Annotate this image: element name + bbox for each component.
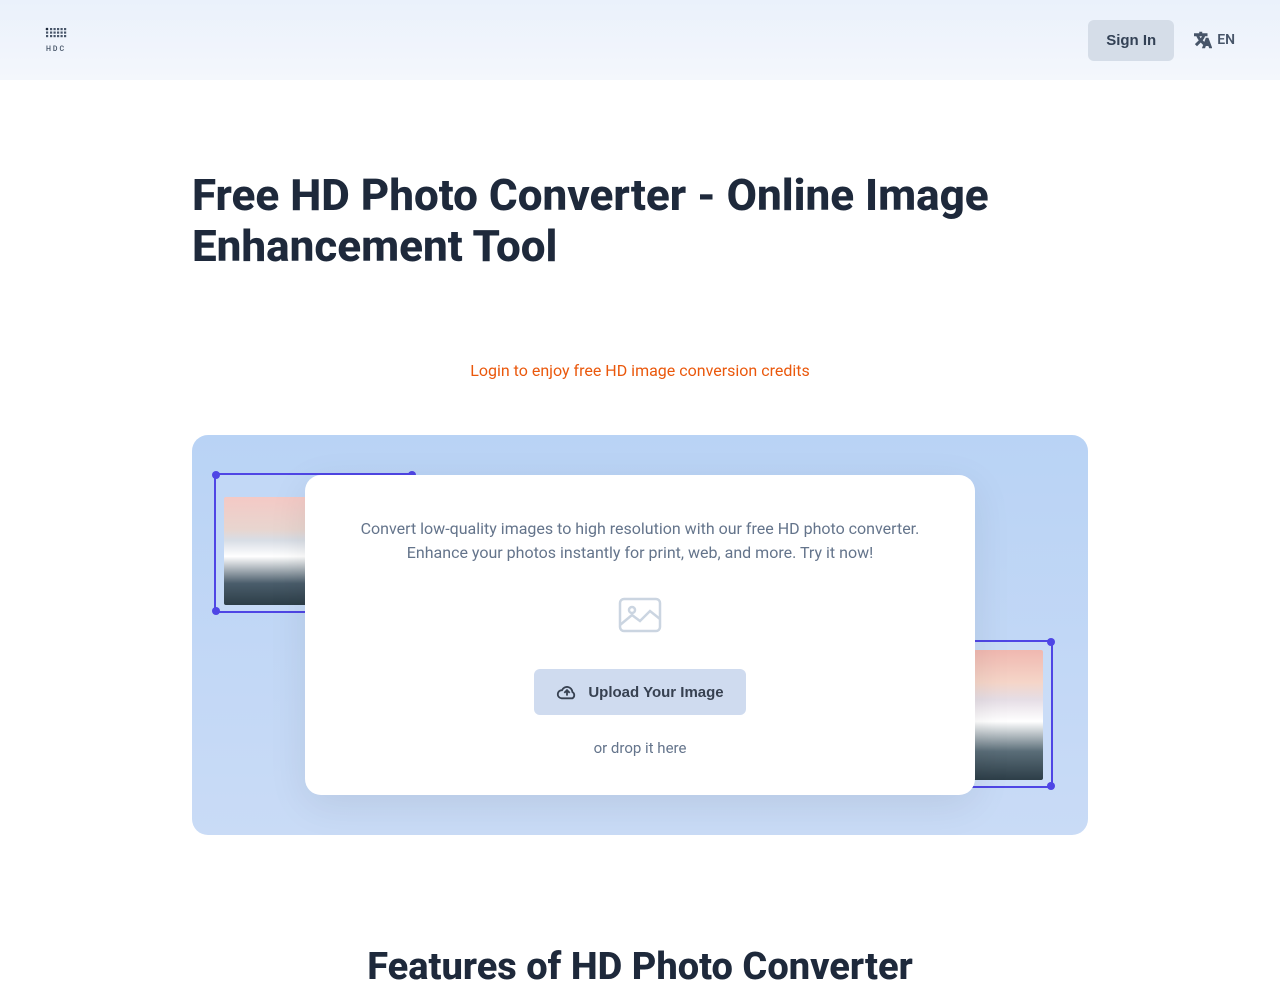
language-code: EN — [1217, 32, 1235, 48]
logo-icon — [45, 27, 67, 43]
upload-button-label: Upload Your Image — [588, 684, 723, 701]
main-content: Free HD Photo Converter - Online Image E… — [160, 170, 1120, 989]
page-title: Free HD Photo Converter - Online Image E… — [192, 170, 1088, 271]
upload-button[interactable]: Upload Your Image — [534, 669, 745, 715]
image-icon — [618, 597, 662, 633]
header: HDC Sign In EN — [0, 0, 1280, 80]
login-notice[interactable]: Login to enjoy free HD image conversion … — [192, 361, 1088, 380]
language-selector[interactable]: EN — [1194, 31, 1235, 49]
upload-area[interactable]: Convert low-quality images to high resol… — [192, 435, 1088, 835]
logo[interactable]: HDC — [45, 27, 67, 53]
translate-icon — [1194, 31, 1212, 49]
drop-hint: or drop it here — [355, 739, 925, 757]
logo-text: HDC — [46, 45, 66, 53]
upload-card: Convert low-quality images to high resol… — [305, 475, 975, 795]
upload-description: Convert low-quality images to high resol… — [355, 517, 925, 565]
header-right: Sign In EN — [1088, 20, 1235, 61]
signin-button[interactable]: Sign In — [1088, 20, 1174, 61]
cloud-upload-icon — [556, 683, 578, 701]
features-title: Features of HD Photo Converter — [192, 945, 1088, 989]
